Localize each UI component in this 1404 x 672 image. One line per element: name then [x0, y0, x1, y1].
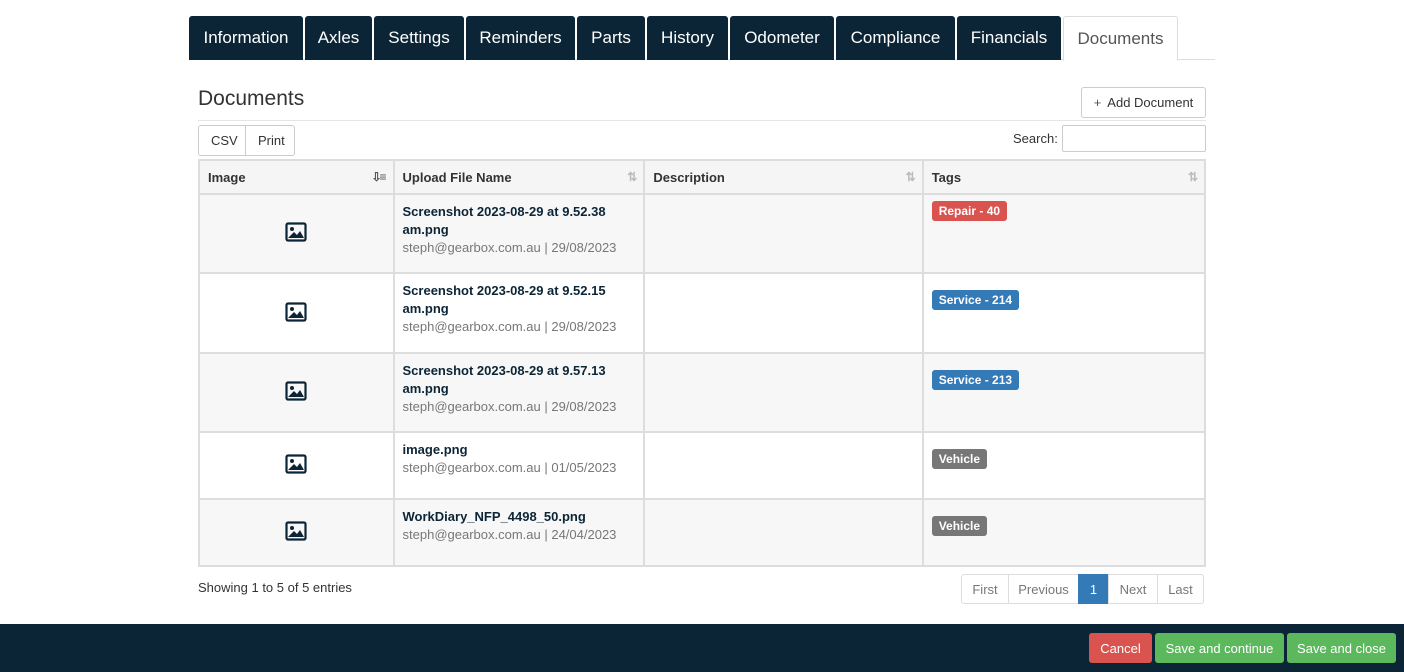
header-tags-label: Tags: [931, 169, 962, 185]
tab-axles[interactable]: Axles: [305, 16, 372, 60]
add-document-label: Add Document: [1107, 95, 1194, 110]
tab-financials[interactable]: Financials: [957, 16, 1061, 60]
print-button[interactable]: Print: [246, 125, 295, 156]
file-name-link[interactable]: Screenshot 2023-08-29 at 9.52.38 am.png: [403, 203, 636, 239]
tags-cell: Vehicle: [921, 431, 1207, 500]
sort-icon: ⇅: [1187, 170, 1198, 184]
page: Information Axles Settings Reminders Par…: [0, 0, 1404, 672]
image-cell[interactable]: [198, 431, 395, 500]
csv-button[interactable]: CSV: [198, 125, 246, 156]
tags-cell: Service - 214: [921, 272, 1207, 354]
tag-badge: Repair - 40: [931, 201, 1008, 221]
header-description-label: Description: [653, 169, 725, 185]
header-description[interactable]: Description ⇅: [643, 159, 924, 195]
file-meta: steph@gearbox.com.au | 01/05/2023: [402, 460, 617, 475]
tab-settings[interactable]: Settings: [374, 16, 464, 60]
search-label: Search:: [1013, 131, 1058, 146]
image-icon: [285, 521, 307, 541]
description-cell: [643, 352, 924, 433]
page-previous[interactable]: Previous: [1008, 574, 1079, 604]
file-meta: steph@gearbox.com.au | 29/08/2023: [402, 319, 617, 334]
sort-icon: ⇅: [627, 170, 637, 184]
file-cell: Screenshot 2023-08-29 at 9.57.13 am.png …: [392, 352, 646, 433]
sort-icon: ⇅: [905, 170, 916, 184]
tab-bar: Information Axles Settings Reminders Par…: [189, 16, 1215, 61]
tags-cell: Vehicle: [921, 498, 1207, 567]
add-document-button[interactable]: + Add Document: [1081, 87, 1206, 118]
image-icon: [285, 381, 307, 401]
table-row: Screenshot 2023-08-29 at 9.52.15 am.png …: [198, 272, 1207, 354]
table-row: WorkDiary_NFP_4498_50.png steph@gearbox.…: [198, 498, 1207, 567]
tab-documents[interactable]: Documents: [1063, 16, 1178, 61]
tab-reminders[interactable]: Reminders: [466, 16, 575, 60]
tab-odometer[interactable]: Odometer: [730, 16, 834, 60]
table-row: Screenshot 2023-08-29 at 9.57.13 am.png …: [198, 352, 1207, 433]
page-next[interactable]: Next: [1108, 574, 1158, 604]
file-cell: Screenshot 2023-08-29 at 9.52.15 am.png …: [392, 272, 646, 354]
tab-information[interactable]: Information: [189, 16, 303, 60]
image-cell[interactable]: [198, 352, 395, 433]
export-buttons: CSV Print: [198, 125, 295, 156]
save-and-continue-button[interactable]: Save and continue: [1155, 633, 1284, 663]
page-last[interactable]: Last: [1157, 574, 1204, 604]
tag-badge: Vehicle: [931, 449, 988, 469]
file-name-link[interactable]: Screenshot 2023-08-29 at 9.52.15 am.png: [403, 282, 636, 318]
search-input[interactable]: [1062, 125, 1206, 152]
image-cell[interactable]: [198, 498, 395, 567]
table-row: image.png steph@gearbox.com.au | 01/05/2…: [198, 431, 1207, 500]
sort-desc-icon: ⇩≡: [371, 170, 386, 184]
image-icon: [285, 301, 307, 322]
tag-badge: Vehicle: [931, 516, 988, 536]
page-current[interactable]: 1: [1078, 574, 1109, 604]
tab-history[interactable]: History: [647, 16, 728, 60]
file-meta: steph@gearbox.com.au | 29/08/2023: [402, 399, 617, 414]
tab-compliance[interactable]: Compliance: [836, 16, 955, 60]
table-row: Screenshot 2023-08-29 at 9.52.38 am.png …: [198, 193, 1207, 274]
file-cell: image.png steph@gearbox.com.au | 01/05/2…: [392, 431, 646, 500]
pagination: First Previous 1 Next Last: [961, 574, 1204, 604]
header-tags[interactable]: Tags ⇅: [921, 159, 1207, 195]
image-icon: [285, 222, 307, 242]
file-name-link[interactable]: image.png: [403, 441, 636, 459]
image-icon: [285, 454, 307, 474]
file-name-link[interactable]: Screenshot 2023-08-29 at 9.57.13 am.png: [403, 362, 636, 398]
documents-table: Image ⇩≡ Upload File Name ⇅ Description ⇅ T…: [198, 159, 1207, 567]
description-cell: [643, 272, 924, 354]
tags-cell: Repair - 40: [921, 193, 1207, 274]
save-and-close-button[interactable]: Save and close: [1287, 633, 1396, 663]
tags-cell: Service - 213: [921, 352, 1207, 433]
file-meta: steph@gearbox.com.au | 24/04/2023: [402, 527, 617, 542]
tag-badge: Service - 213: [931, 370, 1020, 390]
plus-icon: +: [1093, 95, 1102, 110]
page-first[interactable]: First: [961, 574, 1009, 604]
table-info: Showing 1 to 5 of 5 entries: [198, 580, 352, 595]
tab-parts[interactable]: Parts: [577, 16, 645, 60]
header-file-label: Upload File Name: [402, 169, 512, 185]
file-name-link[interactable]: WorkDiary_NFP_4498_50.png: [403, 508, 636, 526]
header-upload-file-name[interactable]: Upload File Name ⇅: [392, 159, 646, 195]
header-image-label: Image: [208, 169, 246, 185]
description-cell: [643, 431, 924, 500]
section-title: Documents: [198, 87, 305, 110]
image-cell[interactable]: [198, 193, 395, 274]
image-cell[interactable]: [198, 272, 395, 354]
header-image[interactable]: Image ⇩≡: [198, 159, 395, 195]
file-cell: WorkDiary_NFP_4498_50.png steph@gearbox.…: [392, 498, 646, 567]
divider: [198, 120, 1206, 121]
description-cell: [643, 193, 924, 274]
tag-badge: Service - 214: [931, 290, 1020, 310]
file-cell: Screenshot 2023-08-29 at 9.52.38 am.png …: [392, 193, 646, 274]
cancel-button[interactable]: Cancel: [1089, 633, 1152, 663]
description-cell: [643, 498, 924, 567]
file-meta: steph@gearbox.com.au | 29/08/2023: [402, 240, 617, 255]
